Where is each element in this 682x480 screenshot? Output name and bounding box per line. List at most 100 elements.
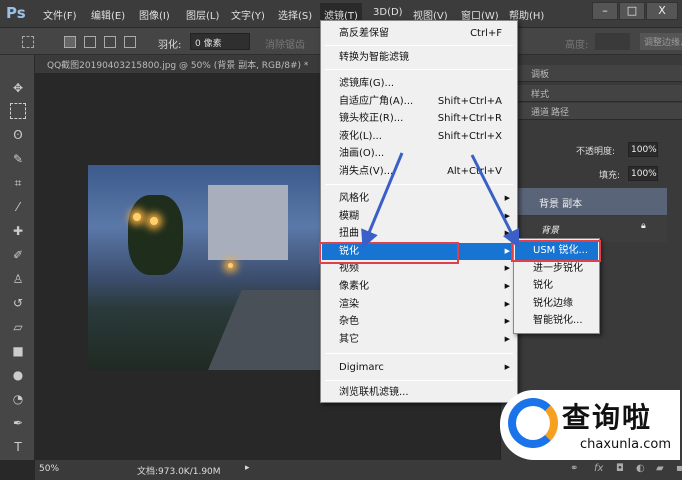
- menu-item-filter-group[interactable]: 像素化 ▶: [322, 278, 516, 296]
- brush-tool-icon[interactable]: ✐: [10, 247, 26, 263]
- menu-image[interactable]: 图像(I): [136, 7, 173, 22]
- item-shortcut: Shift+Ctrl+X: [437, 130, 502, 142]
- antialias-checkbox[interactable]: 消除锯齿: [265, 36, 305, 51]
- panel-tab-channels[interactable]: 通道: [501, 103, 682, 120]
- panel-tab-styles[interactable]: 样式: [501, 85, 682, 102]
- submenu-arrow-icon: ▶: [504, 363, 510, 371]
- submenu-item-sharpen[interactable]: 锐化: [515, 277, 598, 295]
- menu-item-browse-online[interactable]: 浏览联机滤镜...: [322, 384, 516, 402]
- watermark-url: chaxunla.com: [580, 437, 671, 452]
- menu-item-filter[interactable]: 油画(O)...: [322, 145, 516, 163]
- menu-item-filter-group[interactable]: 风格化 ▶: [322, 190, 516, 208]
- adjustment-layer-icon[interactable]: ◐: [636, 463, 645, 474]
- add-selection-icon[interactable]: [84, 36, 96, 48]
- dodge-tool-icon[interactable]: ◔: [10, 391, 26, 407]
- menu-item-filter[interactable]: 滤镜库(G)...: [322, 75, 516, 93]
- fx-icon[interactable]: fx: [594, 463, 603, 474]
- pen-tool-icon[interactable]: ✒: [10, 415, 26, 431]
- intersect-selection-icon[interactable]: [124, 36, 136, 48]
- move-tool-icon[interactable]: ✥: [10, 80, 26, 96]
- close-button[interactable]: X: [646, 2, 678, 20]
- minimize-button[interactable]: –: [592, 2, 618, 20]
- submenu-item-sharpen[interactable]: 进一步锐化: [515, 260, 598, 278]
- menu-item-digimarc[interactable]: Digimarc ▶: [322, 359, 516, 377]
- item-label: 模糊: [339, 210, 359, 222]
- crop-tool-icon[interactable]: ⌗: [10, 175, 26, 191]
- gradient-icon[interactable]: ■: [10, 343, 26, 359]
- new-layer-icon[interactable]: ▪: [676, 463, 682, 474]
- healing-brush-icon[interactable]: ✚: [10, 223, 26, 239]
- height-input[interactable]: [595, 33, 630, 50]
- submenu-arrow-icon: ▶: [504, 334, 510, 343]
- panel-tab-adjustments[interactable]: 调板: [501, 65, 682, 82]
- blur-tool-icon[interactable]: ●: [10, 367, 26, 383]
- eraser-icon[interactable]: ▱: [10, 319, 26, 335]
- opacity-input[interactable]: 100%: [628, 142, 658, 157]
- menu-edit[interactable]: 编辑(E): [88, 7, 128, 22]
- watermark-brand: 查询啦: [562, 401, 653, 434]
- submenu-item-sharpen[interactable]: 锐化边缘: [515, 295, 598, 313]
- marquee-preset-icon[interactable]: [22, 36, 34, 48]
- annotation-box-usm: [511, 240, 601, 262]
- eyedropper-icon[interactable]: ⁄: [10, 199, 26, 215]
- item-shortcut: Ctrl+F: [470, 28, 502, 39]
- photo-lamp: [150, 217, 158, 225]
- submenu-arrow-icon: ▶: [504, 282, 510, 290]
- menu-file[interactable]: 文件(F): [40, 7, 80, 22]
- menu-item-filter-group[interactable]: 渲染 ▶: [322, 296, 516, 314]
- item-label: 像素化: [339, 281, 369, 292]
- opacity-label: 不透明度:: [576, 147, 616, 157]
- menu-type[interactable]: 文字(Y): [228, 7, 268, 22]
- item-label: 消失点(V)...: [339, 166, 394, 177]
- menu-item-filter-group[interactable]: 扭曲 ▶: [322, 225, 516, 243]
- menu-item-filter[interactable]: 消失点(V)... Alt+Ctrl+V: [322, 163, 516, 181]
- item-label: 视频: [339, 263, 359, 275]
- quick-select-icon[interactable]: ✎: [10, 151, 26, 167]
- add-mask-icon[interactable]: ◘: [616, 463, 624, 474]
- photo-road: [208, 290, 320, 370]
- maximize-button[interactable]: □: [619, 2, 645, 20]
- group-folder-icon[interactable]: ▰: [656, 463, 664, 474]
- lasso-tool-icon[interactable]: ʘ: [10, 127, 26, 143]
- layer-name: 背景 副本: [539, 199, 583, 210]
- menu-item-filter-group[interactable]: 其它 ▶: [322, 331, 516, 349]
- submenu-item-sharpen[interactable]: 智能锐化...: [515, 312, 598, 330]
- fill-input[interactable]: 100%: [628, 166, 658, 181]
- menu-3d[interactable]: 3D(D): [370, 7, 406, 18]
- new-selection-icon[interactable]: [64, 36, 76, 48]
- menu-item-filter[interactable]: 自适应广角(A)... Shift+Ctrl+A: [322, 93, 516, 111]
- photo-lamp: [228, 263, 233, 268]
- item-shortcut: Shift+Ctrl+R: [437, 113, 502, 125]
- item-shortcut: Shift+Ctrl+A: [437, 95, 502, 107]
- clone-stamp-icon[interactable]: ♙: [10, 271, 26, 287]
- item-label: 扭曲: [339, 228, 359, 240]
- submenu-arrow-icon: ▶: [504, 246, 510, 255]
- menu-item-high-pass[interactable]: 高反差保留 Ctrl+F: [322, 25, 516, 43]
- height-label: 高度:: [565, 40, 589, 51]
- layer-background-copy[interactable]: 背景 副本: [501, 188, 667, 215]
- menu-layer[interactable]: 图层(L): [183, 7, 222, 22]
- refine-edge-button[interactable]: 调整边缘...: [640, 33, 682, 50]
- menu-separator: [325, 184, 513, 185]
- status-arrow-icon[interactable]: ▸: [245, 463, 250, 473]
- menu-item-filter[interactable]: 液化(L)... Shift+Ctrl+X: [322, 128, 516, 146]
- menu-item-filter-group[interactable]: 模糊 ▶: [322, 208, 516, 226]
- menu-item-convert-smart-filter[interactable]: 转换为智能滤镜: [322, 49, 516, 67]
- submenu-arrow-icon: ▶: [504, 317, 510, 326]
- marquee-tool-icon[interactable]: [10, 103, 26, 119]
- feather-input[interactable]: 0 像素: [190, 33, 250, 50]
- zoom-level[interactable]: 50%: [39, 464, 59, 474]
- submenu-arrow-icon: ▶: [504, 299, 510, 308]
- item-label: 自适应广角(A)...: [339, 95, 414, 107]
- canvas-image[interactable]: [88, 165, 320, 370]
- item-label: 油画(O)...: [339, 148, 385, 160]
- link-layers-icon[interactable]: ⚭: [570, 463, 578, 474]
- menu-select[interactable]: 选择(S): [275, 7, 315, 22]
- history-brush-icon[interactable]: ↺: [10, 295, 26, 311]
- type-tool-icon[interactable]: T: [10, 439, 26, 455]
- panel-tab-paths[interactable]: 路径: [551, 105, 569, 118]
- menu-item-filter-group[interactable]: 杂色 ▶: [322, 313, 516, 331]
- subtract-selection-icon[interactable]: [104, 36, 116, 48]
- menu-item-filter[interactable]: 镜头校正(R)... Shift+Ctrl+R: [322, 110, 516, 128]
- item-label: 风格化: [339, 193, 369, 204]
